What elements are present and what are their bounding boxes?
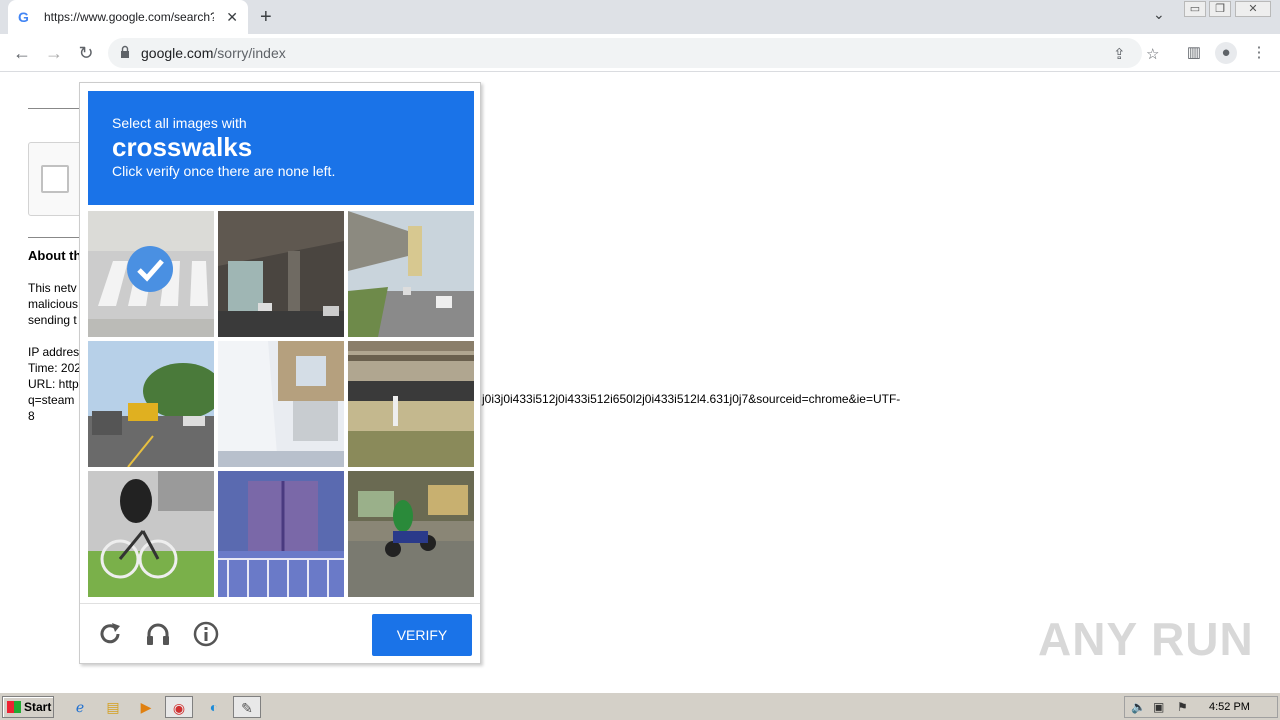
url-text: google.com/sorry/index xyxy=(141,45,286,61)
windows-flag-icon xyxy=(7,701,21,713)
info-line: URL: http xyxy=(28,377,79,391)
address-bar[interactable]: google.com/sorry/index ⇪ ☆ xyxy=(108,38,1159,68)
forward-icon[interactable]: → xyxy=(41,40,67,66)
challenge-keyword: crosswalks xyxy=(112,132,253,162)
tab-strip: G https://www.google.com/search?q= ✕ + ⌄… xyxy=(0,0,1280,34)
lock-icon xyxy=(121,45,129,58)
challenge-subtext: Click verify once there are none left. xyxy=(112,163,336,179)
image-tile-overpass[interactable] xyxy=(218,211,344,337)
share-icon[interactable]: ⇪ xyxy=(1113,45,1126,63)
challenge-instruction: Select all images with xyxy=(112,115,247,131)
bookmark-star-icon[interactable]: ☆ xyxy=(1146,45,1159,63)
tab-title: https://www.google.com/search?q= xyxy=(44,10,214,24)
tool-icon[interactable]: ✎ xyxy=(233,696,261,718)
info-line: 8 xyxy=(28,409,35,423)
image-grid xyxy=(88,211,474,597)
info-line: IP addres xyxy=(28,345,80,359)
start-button[interactable]: Start xyxy=(2,696,54,718)
start-label: Start xyxy=(24,700,52,714)
recaptcha-checkbox[interactable] xyxy=(41,165,69,193)
new-tab-button[interactable]: + xyxy=(260,6,272,29)
info-icon[interactable] xyxy=(192,620,220,648)
para-line: malicious xyxy=(28,297,79,311)
network-icon[interactable]: ▣ xyxy=(1153,700,1164,714)
image-tile-door[interactable] xyxy=(218,471,344,597)
para-line: This netv xyxy=(28,281,77,295)
reload-icon[interactable]: ↻ xyxy=(73,40,99,66)
volume-icon[interactable]: 🔈 xyxy=(1131,700,1146,714)
side-panel-icon[interactable]: ▥ xyxy=(1183,42,1205,64)
image-tile-parking-lot[interactable] xyxy=(348,341,474,467)
challenge-header: Select all images with crosswalks Click … xyxy=(88,91,474,205)
image-tile-street-bus[interactable] xyxy=(88,341,214,467)
image-tile-building-wall[interactable] xyxy=(218,341,344,467)
system-tray: 🔈 ▣ ⚑ 4:52 PM xyxy=(1124,696,1278,718)
selected-check-icon xyxy=(127,246,173,292)
menu-kebab-icon[interactable]: ⋮ xyxy=(1248,42,1270,64)
about-heading: About th xyxy=(28,248,82,263)
para-line: sending t xyxy=(28,313,77,327)
info-line: Time: 202 xyxy=(28,361,81,375)
windows-taskbar: Start ℯ ▤ ▶ ◉ ◐ ✎ 🔈 ▣ ⚑ 4:52 PM xyxy=(0,692,1280,720)
image-tile-cyclist[interactable] xyxy=(88,471,214,597)
internet-explorer-icon[interactable]: ℯ xyxy=(66,696,94,718)
browser-toolbar: ← → ↻ google.com/sorry/index ⇪ ☆ ▥ ● ⋮ xyxy=(0,34,1280,72)
minimize-button[interactable]: ▭ xyxy=(1184,1,1206,17)
url-tail-text: j0i3j0i433i512j0i433i512i650l2j0i433i512… xyxy=(482,392,901,406)
info-line: q=steam xyxy=(28,393,75,407)
image-tile-motorcycle[interactable] xyxy=(348,471,474,597)
back-icon[interactable]: ← xyxy=(9,40,35,66)
google-favicon-icon: G xyxy=(18,9,29,25)
profile-avatar-icon[interactable]: ● xyxy=(1215,42,1237,64)
file-explorer-icon[interactable]: ▤ xyxy=(99,696,127,718)
edge-icon[interactable]: ◐ xyxy=(200,696,228,718)
action-center-flag-icon[interactable]: ⚑ xyxy=(1177,700,1188,714)
verify-button[interactable]: VERIFY xyxy=(372,614,472,656)
close-window-button[interactable]: ✕ xyxy=(1235,1,1271,17)
reload-challenge-icon[interactable] xyxy=(96,620,124,648)
challenge-footer: VERIFY xyxy=(80,603,480,663)
clock[interactable]: 4:52 PM xyxy=(1209,701,1250,713)
audio-challenge-icon[interactable] xyxy=(144,620,172,648)
media-player-icon[interactable]: ▶ xyxy=(132,696,160,718)
close-tab-icon[interactable]: ✕ xyxy=(226,9,238,26)
chrome-icon[interactable]: ◉ xyxy=(165,696,193,718)
image-tile-elevated-road[interactable] xyxy=(348,211,474,337)
restore-button[interactable]: ❐ xyxy=(1209,1,1231,17)
tab-search-chevron-icon[interactable]: ⌄ xyxy=(1153,6,1165,23)
anyrun-watermark-logo: ANY RUN xyxy=(1038,613,1254,665)
recaptcha-challenge: Select all images with crosswalks Click … xyxy=(79,82,481,664)
browser-tab[interactable]: G https://www.google.com/search?q= ✕ xyxy=(8,0,248,34)
